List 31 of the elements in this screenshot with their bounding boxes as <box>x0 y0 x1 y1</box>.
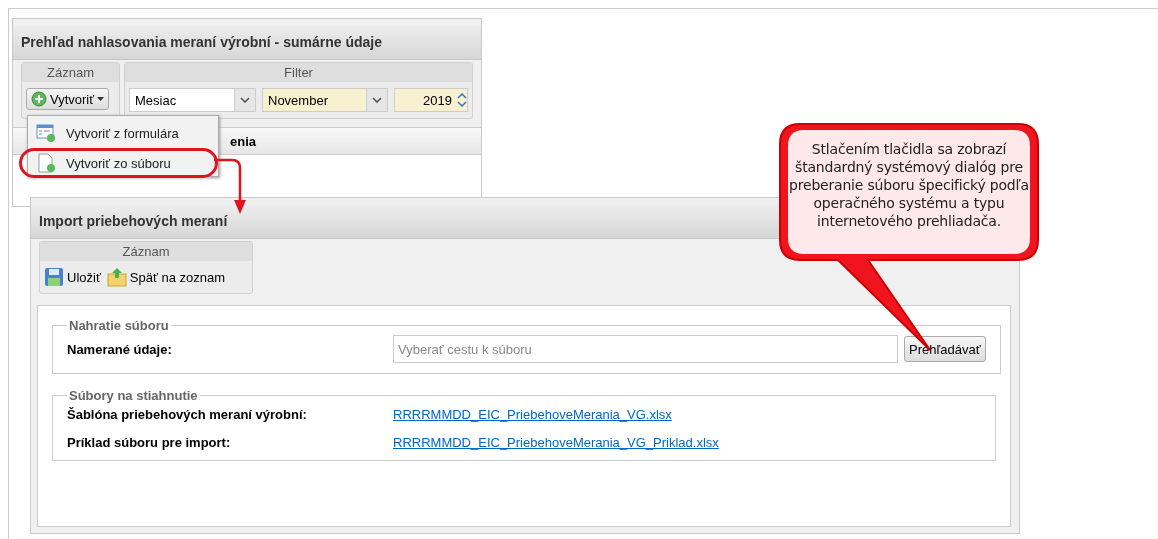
plus-icon <box>31 91 47 107</box>
month-dropdown[interactable]: November <box>262 88 388 112</box>
file-link[interactable]: RRRRMMDD_EIC_PriebehoveMerania_VG.xlsx <box>393 407 672 422</box>
form-plus-icon <box>36 123 56 143</box>
back-button[interactable]: Späť na zoznam <box>106 267 225 287</box>
column-header: enia <box>230 133 256 149</box>
group-label: Záznam <box>40 242 252 261</box>
menu-item[interactable]: Vytvoriť z formulára <box>28 118 218 148</box>
chevron-down-icon <box>240 97 250 103</box>
file-link[interactable]: RRRRMMDD_EIC_PriebehoveMerania_VG_Priklad.xlsx <box>393 435 719 450</box>
field-label: Namerané údaje: <box>67 341 173 357</box>
spinner-arrows-icon <box>457 93 467 107</box>
callout-text: Stlačením tlačidla sa zobrazí štandardný systémový dialóg pre preberanie súboru špecifický podľa operačného systému a typu internetového prehliadača. <box>788 140 1030 230</box>
fieldset-legend: Nahratie súboru <box>67 318 171 333</box>
year-spinner[interactable]: 2019 <box>394 88 468 112</box>
group-label: Záznam <box>22 63 119 82</box>
caret-icon <box>97 97 105 101</box>
period-dropdown[interactable]: Mesiac <box>129 88 256 112</box>
fieldset-legend: Súbory na stiahnutie <box>67 388 200 403</box>
file-path-field[interactable]: Vyberať cestu k súboru <box>393 335 898 363</box>
folder-arrow-icon <box>106 267 127 287</box>
field-label: Príklad súboru pre import: <box>67 435 232 450</box>
document-plus-icon <box>36 153 56 173</box>
window-title: Prehľad nahlasovania meraní výrobní - sumárne údaje <box>13 25 481 60</box>
field-label: Šablóna priebehových meraní výrobní: <box>67 407 308 422</box>
menu-item[interactable]: Vytvoriť zo súboru <box>19 148 218 178</box>
group-label: Filter <box>125 63 472 82</box>
browse-button[interactable]: Prehľadávať <box>904 336 986 362</box>
chevron-down-icon <box>372 97 382 103</box>
save-button[interactable]: Uložiť <box>44 267 101 287</box>
create-button[interactable]: Vytvoriť <box>26 88 110 110</box>
